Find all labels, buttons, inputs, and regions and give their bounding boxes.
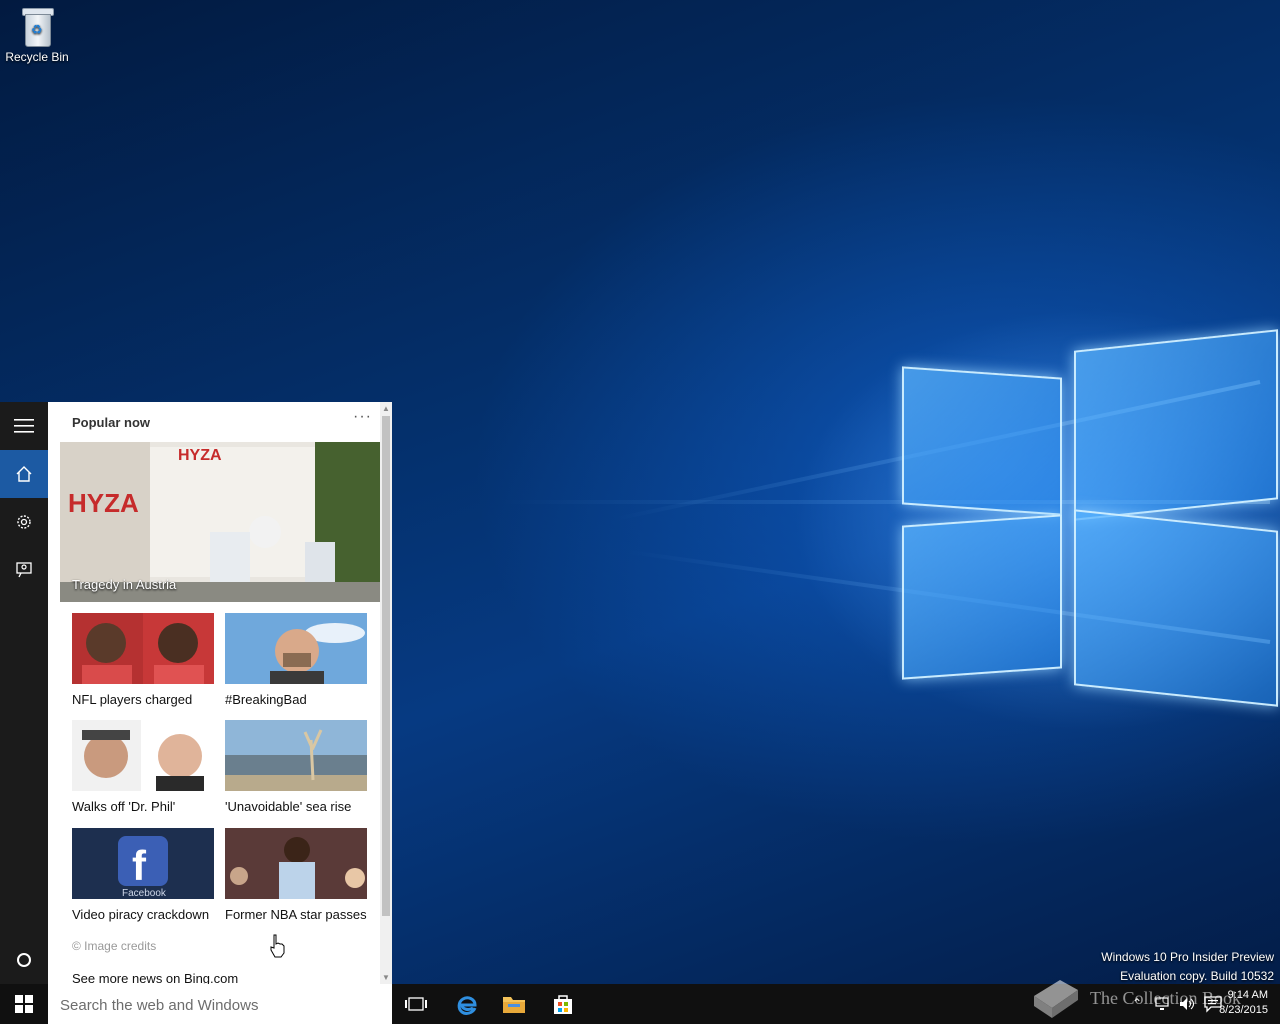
hero-news-card[interactable]: HYZA HYZA Tragedy in Austria: [60, 442, 380, 602]
news-tile[interactable]: NFL players charged: [72, 613, 214, 707]
windows-logo-icon: [15, 995, 33, 1013]
cortana-panel: Popular now ··· HYZA HYZA Tragedy in Aus…: [0, 402, 392, 984]
settings-button[interactable]: [0, 498, 48, 546]
news-caption: Former NBA star passes: [225, 907, 367, 922]
cortana-rail: [0, 402, 48, 984]
recycle-bin[interactable]: ♻ Recycle Bin: [4, 6, 70, 64]
news-tile[interactable]: 'Unavoidable' sea rise: [225, 720, 367, 814]
scroll-thumb[interactable]: [382, 416, 390, 916]
collection-book-watermark: The Collection Book: [1030, 976, 1241, 1020]
news-thumbnail: [72, 613, 214, 684]
news-thumbnail: f Facebook: [72, 828, 214, 899]
hero-caption: Tragedy in Austria: [72, 577, 177, 592]
task-view-button[interactable]: [392, 984, 440, 1024]
svg-text:HYZA: HYZA: [178, 447, 222, 464]
recycle-bin-label: Recycle Bin: [5, 50, 69, 64]
hand-cursor-icon: [270, 934, 285, 958]
image-credits-link[interactable]: © Image credits: [72, 939, 156, 953]
news-thumbnail: [225, 720, 367, 791]
home-button[interactable]: [0, 450, 48, 498]
feedback-icon: [16, 562, 32, 578]
file-explorer-button[interactable]: [490, 984, 538, 1024]
edge-button[interactable]: [442, 984, 490, 1024]
svg-text:Facebook: Facebook: [122, 888, 167, 899]
scroll-up-icon[interactable]: ▲: [380, 404, 392, 413]
scroll-down-icon[interactable]: ▼: [380, 973, 392, 982]
watermark-logo-text: The Collection Book: [1090, 987, 1241, 1008]
news-tile[interactable]: #BreakingBad: [225, 613, 367, 707]
popular-now-title: Popular now: [72, 415, 150, 430]
search-box[interactable]: [48, 984, 392, 1024]
cortana-button[interactable]: [0, 936, 48, 984]
hamburger-menu-button[interactable]: [0, 402, 48, 450]
hamburger-icon: [14, 419, 34, 433]
book-icon: [1034, 980, 1078, 1018]
folder-icon: [503, 997, 525, 1013]
start-button[interactable]: [0, 984, 48, 1024]
news-caption: Video piracy crackdown: [72, 907, 210, 922]
home-icon: [16, 466, 32, 482]
store-button[interactable]: [539, 984, 587, 1024]
news-tile[interactable]: Walks off 'Dr. Phil': [72, 720, 214, 814]
task-view-icon: [405, 997, 427, 1011]
news-thumbnail: [225, 828, 367, 899]
cortana-content: Popular now ··· HYZA HYZA Tragedy in Aus…: [48, 402, 392, 984]
gear-icon: [17, 515, 31, 529]
news-caption: NFL players charged: [72, 692, 193, 707]
news-tile[interactable]: Former NBA star passes: [225, 828, 367, 922]
watermark-line1: Windows 10 Pro Insider Preview: [1101, 950, 1274, 964]
news-caption: Walks off 'Dr. Phil': [72, 799, 176, 814]
cortana-circle-icon: [17, 953, 31, 967]
news-caption: 'Unavoidable' sea rise: [225, 799, 352, 814]
see-more-news-link[interactable]: See more news on Bing.com: [72, 971, 238, 984]
store-icon: [554, 995, 572, 1014]
feedback-button[interactable]: [0, 546, 48, 594]
svg-text:HYZA: HYZA: [68, 488, 139, 518]
more-options-button[interactable]: ···: [353, 408, 372, 426]
svg-text:f: f: [132, 842, 147, 889]
news-caption: #BreakingBad: [225, 692, 307, 707]
news-thumbnail: [225, 613, 367, 684]
search-input[interactable]: [58, 992, 382, 1018]
news-tile[interactable]: f Facebook Video piracy crackdown: [72, 828, 214, 922]
recycle-bin-icon: ♻: [20, 6, 54, 47]
scrollbar[interactable]: ▲ ▼: [380, 402, 392, 984]
news-thumbnail: [72, 720, 214, 791]
edge-icon: [457, 996, 477, 1015]
